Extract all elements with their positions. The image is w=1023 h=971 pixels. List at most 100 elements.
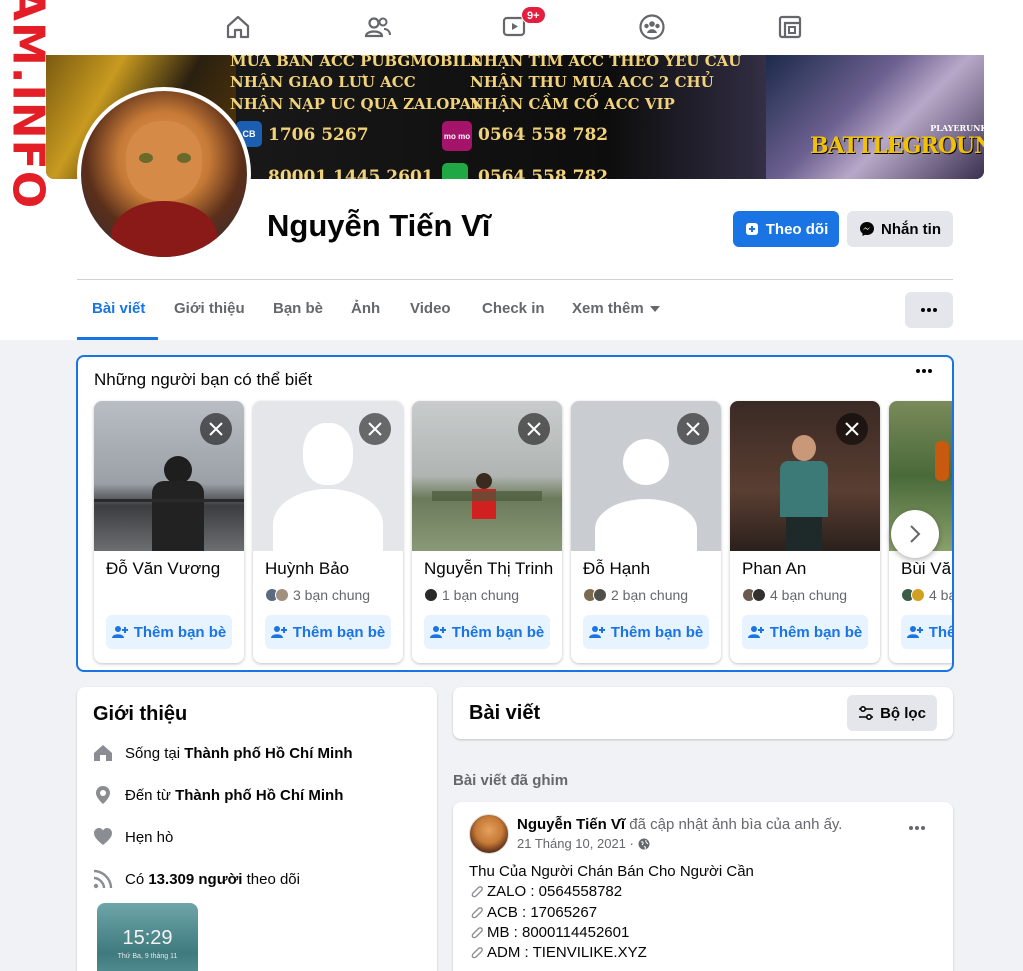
post-text: ZALO : 0564558782 <box>487 883 623 900</box>
follow-icon <box>745 223 758 235</box>
add-friend-button[interactable]: Thêm bạn bè <box>742 615 868 649</box>
cover-line: NHẬN GIAO LƯU ACC <box>230 73 416 91</box>
mutual-friends[interactable]: 3 bạn chung <box>265 587 370 603</box>
post-text: ACB : 17065267 <box>487 904 598 921</box>
intro-title: Giới thiệu <box>93 703 188 725</box>
more-dots-icon <box>916 369 932 373</box>
tab-more-label: Xem thêm <box>572 300 644 317</box>
close-icon[interactable] <box>836 413 868 445</box>
mutual-avatar <box>752 588 766 602</box>
tab-more[interactable]: Xem thêm <box>572 300 660 317</box>
person-name[interactable]: Đỗ Văn Vương <box>106 559 244 579</box>
featured-photo[interactable]: 15:29 Thứ Ba, 9 tháng 11 <box>97 903 198 971</box>
pinned-post: Nguyễn Tiến Vĩ đã cập nhật ảnh bìa của a… <box>453 802 953 971</box>
person-card[interactable]: Đỗ Văn Vương Thêm bạn bè <box>94 401 244 663</box>
intro-followers-prefix: Có <box>125 870 149 888</box>
tab-about[interactable]: Giới thiệu <box>174 300 245 317</box>
profile-more-button[interactable] <box>905 292 953 328</box>
mutual-avatar <box>911 588 925 602</box>
add-friend-icon <box>906 626 923 638</box>
follow-button[interactable]: Theo dõi <box>733 211 839 247</box>
person-card[interactable]: Đỗ Hạnh 2 bạn chung Thêm bạn bè <box>571 401 721 663</box>
close-icon[interactable] <box>518 413 550 445</box>
intro-panel: Giới thiệu Sống tại Thành phố Hồ Chí Min… <box>77 687 437 971</box>
home-icon[interactable] <box>223 12 253 42</box>
add-friend-button[interactable]: Thêm bạn bè <box>424 615 550 649</box>
cover-line: MUA BÁN ACC PUBGMOBILE <box>230 55 482 70</box>
cover-art-right <box>766 55 984 179</box>
groups-icon[interactable] <box>637 12 667 42</box>
paperclip-icon <box>471 906 483 918</box>
person-name[interactable]: Huỳnh Bảo <box>265 559 403 579</box>
pubg-logo-big: BATTLEGROUNDS <box>810 133 984 159</box>
post-text-line: ADM : TIENVILIKE.XYZ <box>469 944 647 961</box>
pymk-more-button[interactable] <box>916 369 932 373</box>
tab-posts[interactable]: Bài viết <box>92 300 145 317</box>
post-action: đã cập nhật ảnh bìa của anh ấy. <box>629 816 843 833</box>
close-icon[interactable] <box>359 413 391 445</box>
momo-badge: mo mo <box>442 121 472 151</box>
intro-from-city[interactable]: Thành phố Hồ Chí Minh <box>175 787 343 804</box>
profile-name: Nguyễn Tiến Vĩ <box>267 208 491 243</box>
gaming-icon[interactable] <box>775 12 805 42</box>
close-icon[interactable] <box>677 413 709 445</box>
mutual-friends[interactable]: 2 bạn chung <box>583 587 688 603</box>
tab-videos[interactable]: Video <box>410 300 451 317</box>
intro-lives-city[interactable]: Thành phố Hồ Chí Minh <box>184 745 352 762</box>
mutual-friends[interactable]: 1 bạn chung <box>424 587 519 603</box>
filter-button[interactable]: Bộ lọc <box>847 695 937 731</box>
next-button[interactable] <box>891 510 939 558</box>
person-name[interactable]: Nguyễn Thị Trinh <box>424 559 562 579</box>
friends-icon[interactable] <box>363 12 393 42</box>
zalo-badge <box>442 163 468 179</box>
add-friend-icon <box>588 626 605 638</box>
person-name[interactable]: Bùi Văn <box>901 559 952 579</box>
tab-checkins[interactable]: Check in <box>482 300 545 317</box>
person-card[interactable]: Nguyễn Thị Trinh 1 bạn chung Thêm bạn bè <box>412 401 562 663</box>
add-friend-label: Thêm bạn bè <box>610 623 704 641</box>
post-author-name[interactable]: Nguyễn Tiến Vĩ <box>517 816 625 833</box>
intro-followers-count[interactable]: 13.309 người <box>148 871 242 888</box>
person-card[interactable]: Phan An 4 bạn chung Thêm bạn bè <box>730 401 880 663</box>
tab-friends[interactable]: Bạn bè <box>273 300 323 317</box>
add-friend-button[interactable]: Thêm bạn bè <box>265 615 391 649</box>
watermark-logo: AM.INFO <box>3 0 54 209</box>
featured-date: Thứ Ba, 9 tháng 11 <box>117 953 178 960</box>
add-friend-icon <box>747 626 764 638</box>
mutual-count: 3 bạn chung <box>293 587 371 603</box>
tab-photos[interactable]: Ảnh <box>351 300 380 317</box>
profile-avatar[interactable] <box>77 87 251 261</box>
person-name[interactable]: Phan An <box>742 559 880 579</box>
cover-line: NHẬN NẠP UC QUA ZALOPAY <box>230 95 482 113</box>
mutual-friends[interactable]: 4 bạn chung <box>901 587 952 603</box>
add-friend-button[interactable]: Thêm bạn bè <box>583 615 709 649</box>
mutual-count: 2 bạn chung <box>611 587 689 603</box>
intro-from: Đến từ Thành phố Hồ Chí Minh <box>93 785 343 805</box>
intro-lives-prefix: Sống tại <box>125 744 185 762</box>
person-name[interactable]: Đỗ Hạnh <box>583 559 721 579</box>
paperclip-icon <box>471 885 483 897</box>
message-button[interactable]: Nhắn tin <box>847 211 953 247</box>
post-more-button[interactable] <box>909 826 925 830</box>
post-text-line: ZALO : 0564558782 <box>469 883 622 900</box>
pubg-logo-small: PLAYERUNKNOWN'S <box>930 123 984 133</box>
pinned-posts-label: Bài viết đã ghim <box>453 772 569 789</box>
mutual-count: 4 bạn chung <box>770 587 848 603</box>
cover-line: NHẬN THU MUA ACC 2 CHỦ <box>470 73 714 91</box>
intro-followers-suffix: theo dõi <box>242 870 300 888</box>
featured-clock: 15:29 <box>122 927 173 949</box>
close-icon[interactable] <box>200 413 232 445</box>
post-timestamp[interactable]: 21 Tháng 10, 2021 · <box>517 836 650 851</box>
person-card[interactable]: Huỳnh Bảo 3 bạn chung Thêm bạn bè <box>253 401 403 663</box>
post-text: ADM : TIENVILIKE.XYZ <box>487 944 647 961</box>
rss-icon <box>93 869 113 889</box>
post-time-text: 21 Tháng 10, 2021 · <box>517 836 634 851</box>
momo-number: 0564 558 782 <box>478 125 609 145</box>
post-header: Nguyễn Tiến Vĩ đã cập nhật ảnh bìa của a… <box>517 816 842 833</box>
mutual-friends[interactable]: 4 bạn chung <box>742 587 847 603</box>
add-friend-button[interactable]: Thêm bạn bè <box>901 615 952 649</box>
watermark-text: AM.INFO <box>2 0 54 210</box>
add-friend-button[interactable]: Thêm bạn bè <box>106 615 232 649</box>
more-dots-icon <box>921 308 937 312</box>
post-author-avatar[interactable] <box>469 814 509 854</box>
